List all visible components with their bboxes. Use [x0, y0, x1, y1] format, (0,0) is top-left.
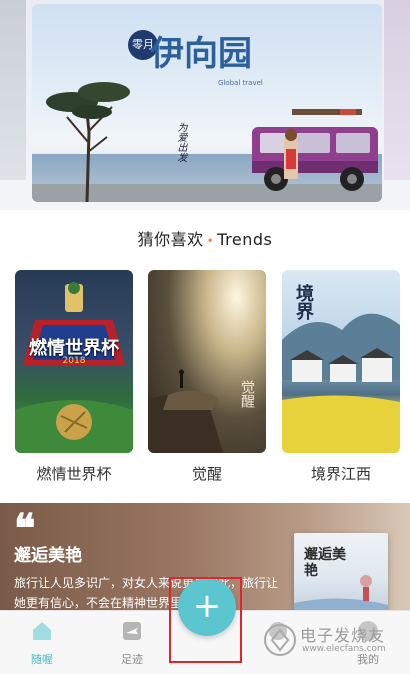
section-title-dot: •	[206, 234, 215, 248]
card-label-awakening[interactable]: 觉醒	[148, 463, 266, 484]
section-title-en: Trends	[217, 230, 273, 249]
nav-label-home: 随喔	[31, 653, 53, 666]
card-awakening-title: 觉醒	[239, 380, 255, 408]
card-jiangxi-title: 境界	[293, 284, 314, 320]
nav-item-home[interactable]: 随喔	[12, 619, 72, 667]
watermark-text: 电子发烧友	[300, 626, 386, 645]
tree-illustration	[46, 82, 130, 202]
awakening-cover-art	[148, 369, 223, 453]
section-title: 猜你喜欢 • Trends	[0, 226, 410, 250]
app-screen: 零月 伊向园 Global travel 为爱出发 猜你喜欢 • Trends …	[0, 0, 410, 674]
watermark: 电子发烧友 www.elecfans.com	[262, 618, 407, 664]
card-jiangxi[interactable]: 境界	[282, 270, 400, 453]
banner-prev-peek[interactable]	[0, 0, 26, 180]
home-icon	[33, 622, 51, 640]
watermark-logo-icon	[264, 624, 296, 656]
card-label-jiangxi[interactable]: 境界江西	[282, 463, 400, 484]
plane-icon	[123, 622, 141, 640]
section-title-cn: 猜你喜欢	[137, 230, 204, 249]
banner-slide[interactable]: 零月 伊向园 Global travel 为爱出发	[32, 4, 382, 202]
banner-title: 伊向园	[150, 34, 252, 74]
feature-text: 旅行让人见多识广，对女人来说更是如此，旅行让她更有信心，不会在精神世界里迷失方向	[14, 576, 279, 610]
nav-label-footprint: 足迹	[121, 653, 143, 666]
feature-title: 邂逅美艳	[14, 546, 82, 566]
card-label-world-cup[interactable]: 燃情世界杯	[15, 463, 133, 484]
card-world-cup-year: 2018	[62, 356, 86, 366]
card-world-cup[interactable]: 燃情世界杯 2018	[15, 270, 133, 453]
highlight-annotation	[169, 577, 242, 663]
nav-item-footprint[interactable]: 足迹	[102, 619, 162, 667]
banner-subtitle-en: Global travel	[218, 79, 263, 87]
car-illustration	[252, 109, 378, 191]
banner-next-peek[interactable]	[384, 0, 410, 180]
banner-subtitle-cn: 为爱出发	[175, 122, 186, 162]
watermark-url: www.elecfans.com	[302, 644, 386, 654]
banner-carousel: 零月 伊向园 Global travel 为爱出发	[0, 0, 410, 210]
card-awakening[interactable]: 觉醒	[148, 270, 266, 453]
